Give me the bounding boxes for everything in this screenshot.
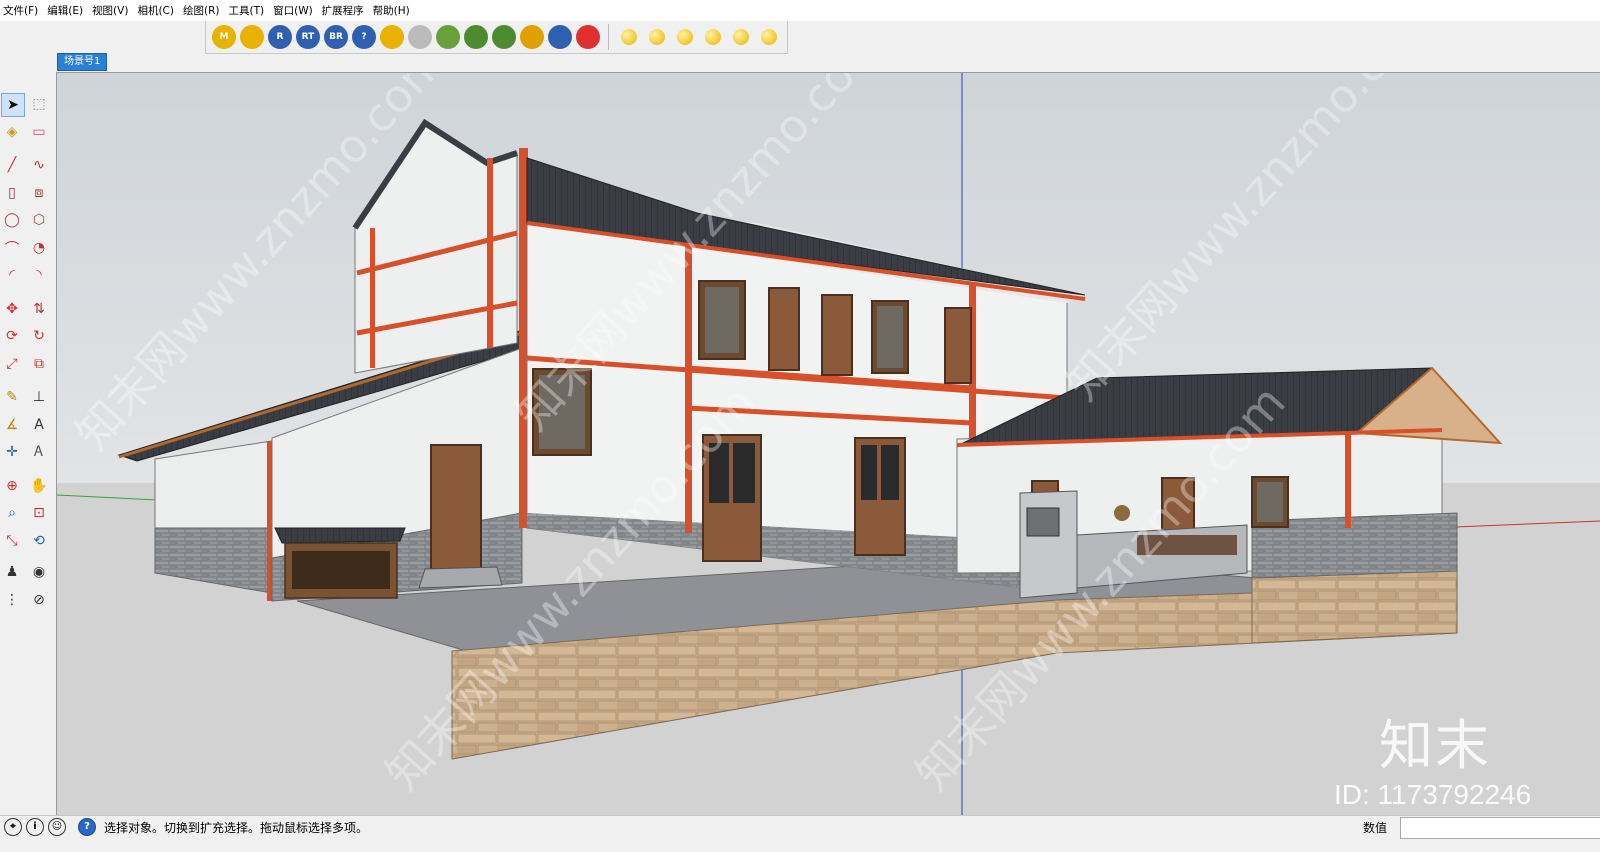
geo-location-icon[interactable]: ⌖ — [4, 818, 22, 836]
scale-icon[interactable]: ⤢ — [1, 353, 23, 375]
instructor-help-icon[interactable]: ? — [78, 818, 96, 836]
menu-item-7[interactable]: 扩展程序 — [319, 0, 370, 21]
tag-icon[interactable] — [240, 25, 264, 49]
menu-item-5[interactable]: 工具(T) — [225, 0, 270, 21]
render-r-icon[interactable]: R — [268, 25, 292, 49]
grass-icon[interactable] — [436, 25, 460, 49]
section-plane-icon[interactable]: ⊘ — [28, 589, 50, 611]
sphere-icon[interactable] — [408, 25, 432, 49]
color-wheel-icon[interactable] — [576, 25, 600, 49]
zoom-extents-icon[interactable]: ⤡ — [1, 530, 23, 552]
dimension-icon[interactable]: ⊥ — [28, 386, 50, 408]
arc-icon[interactable]: ⌒ — [1, 237, 23, 259]
component-icon[interactable]: ⬚ — [28, 93, 50, 115]
position-camera-icon[interactable]: ♟ — [1, 561, 23, 583]
measurements-label: 数值 — [1363, 821, 1388, 835]
select-icon[interactable]: ➤ — [1, 93, 25, 117]
menu-item-1[interactable]: 编辑(E) — [44, 0, 89, 21]
tape-measure-icon[interactable]: ✎ — [1, 386, 23, 408]
pause-icon[interactable] — [548, 25, 572, 49]
menu-bar: 文件(F) 编辑(E) 视图(V) 相机(C) 绘图(R) 工具(T) 窗口(W) 扩展程序帮… — [0, 0, 1600, 21]
toolbar-separator — [608, 24, 609, 50]
move-icon[interactable]: ✥ — [1, 298, 23, 320]
spot-light-icon[interactable] — [677, 29, 693, 45]
freehand-icon[interactable]: ∿ — [28, 154, 50, 176]
zoom-icon[interactable]: ⌕ — [1, 502, 23, 524]
move-m-icon[interactable]: M — [212, 25, 236, 49]
render-br-icon[interactable]: BR — [324, 25, 348, 49]
eraser-icon[interactable]: ▭ — [28, 121, 50, 143]
watermark-logo: 知末 — [1379, 714, 1491, 777]
dome-light-icon[interactable] — [705, 29, 721, 45]
sun-ball-icon[interactable] — [621, 29, 637, 45]
render-rt-icon[interactable]: RT — [296, 25, 320, 49]
measurements-input[interactable] — [1400, 817, 1600, 839]
tool-palette: ➤ ⬚ ◈ ▭ ╱ ∿ ▯ ⧈ ◯ ⬡ ⌒ ◔ ◜ ◝ ✥ ⇅ ⟳ ↻ ⤢ ⧉ ✎ ⊥ ∡ A ✛ Ꭺ ⊕ ✋ ⌕ ⊡ ⤡ ⟲ ♟ ◉ ⋮ ⊘ — [0, 88, 56, 638]
menu-item-8[interactable]: 帮助(H) — [370, 0, 416, 21]
help-icon[interactable]: ? — [352, 25, 376, 49]
model-viewport[interactable]: 知末网www.znzmo.com 知末网www.znzmo.com 知末网www… — [56, 72, 1600, 815]
light-icon[interactable] — [649, 29, 665, 45]
axes-icon[interactable]: ✛ — [1, 441, 23, 463]
window-shutter — [768, 287, 800, 371]
follow-me-icon[interactable]: ↻ — [28, 325, 50, 347]
zoom-previous-icon[interactable]: ⟲ — [28, 530, 50, 552]
orbit-icon[interactable]: ⊕ — [1, 475, 23, 497]
rotate-icon[interactable]: ⟳ — [1, 325, 23, 347]
offset-icon[interactable]: ⧉ — [28, 353, 50, 375]
walk-icon[interactable]: ⋮ — [1, 589, 23, 611]
door — [430, 444, 482, 570]
target-icon[interactable] — [520, 25, 544, 49]
rectangle-icon[interactable]: ▯ — [1, 182, 23, 204]
menu-item-0[interactable]: 文件(F) — [0, 0, 44, 21]
pie-icon[interactable]: ◔ — [28, 237, 50, 259]
plugin-toolbar: M R RT BR? — [205, 21, 788, 54]
text-icon[interactable]: A — [28, 414, 50, 436]
paint-bucket-icon[interactable]: ◈ — [1, 121, 23, 143]
3d-text-icon[interactable]: Ꭺ — [28, 441, 50, 463]
omni-light-icon[interactable] — [733, 29, 749, 45]
info-icon[interactable]: i — [26, 818, 44, 836]
user-icon[interactable]: ☺ — [48, 818, 66, 836]
circle-icon[interactable]: ◯ — [1, 209, 23, 231]
status-message: 选择对象。切换到扩充选择。拖动鼠标选择多项。 — [104, 821, 369, 835]
status-bar: ⌖ i ☺ ? 选择对象。切换到扩充选择。拖动鼠标选择多项。 数值 — [0, 815, 1600, 852]
protractor-icon[interactable]: ∡ — [1, 414, 23, 436]
push-pull-icon[interactable]: ⇅ — [28, 298, 50, 320]
ies-light-icon[interactable] — [761, 29, 777, 45]
model-render: 知末网www.znzmo.com 知末网www.znzmo.com 知末网www… — [57, 73, 1600, 815]
arc-3pt-icon[interactable]: ◜ — [1, 264, 23, 286]
menu-item-3[interactable]: 相机(C) — [134, 0, 180, 21]
scene-tab[interactable]: 场景号1 — [57, 53, 108, 71]
look-around-icon[interactable]: ◉ — [28, 561, 50, 583]
arc-2pt-icon[interactable]: ◝ — [28, 264, 50, 286]
watermark-id: ID: 1173792246 — [1334, 779, 1532, 810]
menu-item-2[interactable]: 视图(V) — [89, 0, 134, 21]
line-icon[interactable]: ╱ — [1, 154, 23, 176]
wooden-cage — [274, 527, 406, 599]
menu-item-6[interactable]: 窗口(W) — [270, 0, 319, 21]
tree-2-icon[interactable] — [492, 25, 516, 49]
paint-tag-icon[interactable] — [380, 25, 404, 49]
window-shutter — [821, 294, 853, 376]
rotated-rectangle-icon[interactable]: ⧈ — [28, 182, 50, 204]
menu-item-4[interactable]: 绘图(R) — [180, 0, 226, 21]
polygon-icon[interactable]: ⬡ — [28, 209, 50, 231]
tree-icon[interactable] — [464, 25, 488, 49]
zoom-window-icon[interactable]: ⊡ — [28, 502, 50, 524]
pan-icon[interactable]: ✋ — [28, 475, 50, 497]
